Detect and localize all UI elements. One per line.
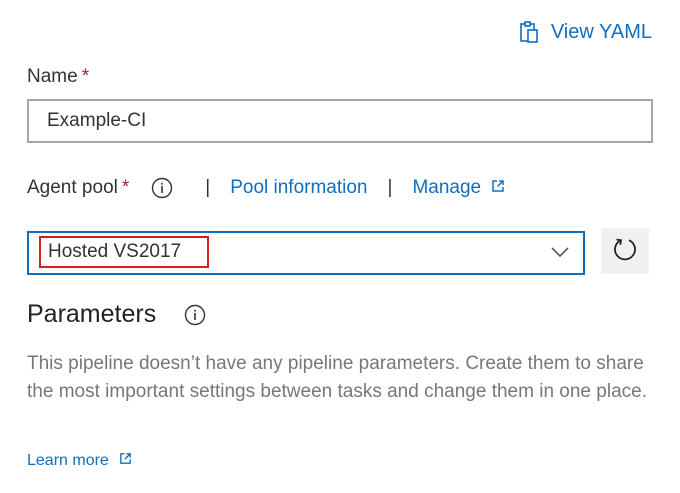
refresh-icon: [612, 236, 638, 267]
view-yaml-link[interactable]: View YAML: [517, 20, 652, 44]
external-link-icon: [491, 177, 505, 199]
refresh-button[interactable]: [601, 228, 649, 274]
chevron-down-icon: [551, 245, 569, 263]
info-icon[interactable]: [184, 304, 206, 326]
required-mark: *: [81, 66, 90, 87]
learn-more-link[interactable]: Learn more: [27, 452, 132, 470]
name-label: Name *: [27, 66, 90, 87]
name-input[interactable]: [27, 99, 653, 143]
manage-link[interactable]: Manage: [412, 177, 505, 199]
separator: |: [205, 177, 211, 198]
agent-pool-row: Agent pool * | Pool information | Manage: [27, 174, 505, 202]
view-yaml-label: View YAML: [550, 20, 652, 43]
separator: |: [387, 177, 393, 198]
agent-pool-label: Agent pool *: [27, 177, 130, 198]
parameters-description: This pipeline doesn’t have any pipeline …: [27, 353, 647, 402]
external-link-icon: [119, 452, 132, 470]
clipboard-icon: [517, 20, 541, 44]
agent-pool-selected-value: Hosted VS2017: [39, 236, 210, 268]
agent-pool-select[interactable]: Hosted VS2017: [27, 231, 585, 275]
required-mark: *: [121, 177, 130, 198]
parameters-heading: Parameters: [27, 300, 206, 329]
pipeline-settings-panel: View YAML Name* Agent pool* | Pool infor…: [0, 0, 680, 493]
pool-information-link[interactable]: Pool information: [230, 177, 367, 199]
info-icon[interactable]: [151, 177, 173, 199]
